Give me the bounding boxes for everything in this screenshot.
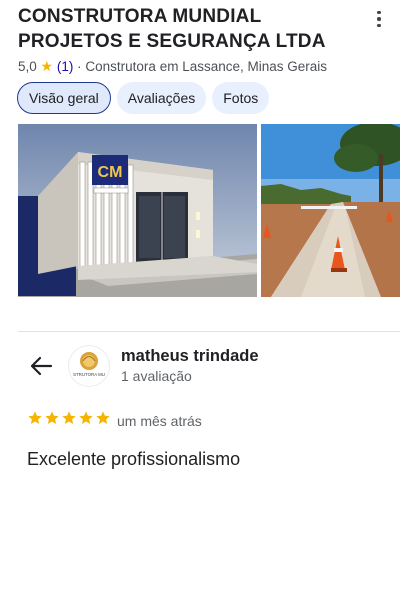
more-options-icon[interactable] (372, 8, 386, 30)
reviewer-review-count: 1 avaliação (121, 368, 192, 384)
star-icon (96, 411, 110, 424)
avatar-logo-text: STRUTORA MU (73, 372, 105, 377)
review-date: um mês atrás (117, 413, 202, 429)
tab-bar: Visão geral Avaliações Fotos (17, 82, 270, 114)
photo-road-works[interactable] (261, 124, 400, 297)
rating-value: 5,0 (18, 59, 37, 74)
storefront-sign-text: CM (98, 164, 123, 181)
rating-line: 5,0 ★ (1) · Construtora em Lassance, Min… (18, 58, 327, 75)
star-icon (62, 411, 76, 424)
avatar[interactable]: STRUTORA MU (68, 345, 110, 387)
star-icon (28, 411, 42, 424)
star-icon: ★ (40, 58, 54, 74)
tab-overview[interactable]: Visão geral (17, 82, 111, 114)
tab-reviews[interactable]: Avaliações (116, 82, 207, 114)
star-icon (45, 411, 59, 424)
header: CONSTRUTORA MUNDIAL PROJETOS E SEGURANÇA… (18, 4, 358, 54)
place-category: Construtora em Lassance, Minas Gerais (85, 59, 328, 74)
reviewer-name[interactable]: matheus trindade (121, 347, 259, 366)
review-stars (27, 410, 111, 426)
photo-storefront[interactable]: CM (18, 124, 257, 297)
review-count-link[interactable]: (1) (57, 59, 74, 74)
star-icon (79, 411, 93, 424)
back-arrow-icon[interactable] (28, 354, 54, 378)
place-title: CONSTRUTORA MUNDIAL PROJETOS E SEGURANÇA… (18, 6, 326, 52)
tab-photos[interactable]: Fotos (212, 82, 270, 114)
section-divider (18, 331, 400, 332)
separator: · (77, 59, 82, 74)
review-text: Excelente profissionalismo (27, 449, 241, 469)
